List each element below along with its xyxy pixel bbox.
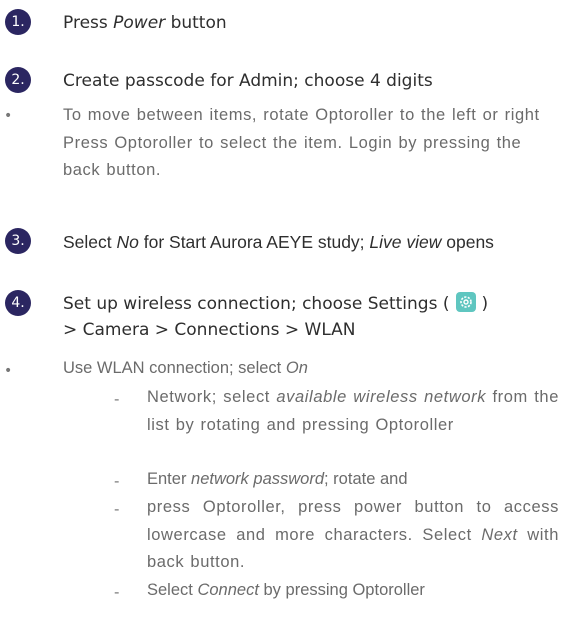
wlan-line: Use WLAN connection; select On (63, 359, 308, 377)
step-number-badge: 4. (5, 290, 31, 316)
step-number-badge: 3. (5, 228, 31, 254)
dash: - (114, 472, 120, 490)
step-2-title: Create passcode for Admin; choose 4 digi… (63, 71, 433, 91)
sub-item-connect: Select Connect by pressing Optoroller (147, 581, 425, 599)
step-2-detail: To move between items, rotate Optoroller… (63, 106, 540, 179)
sub-item-network: Network; select available wireless netwo… (147, 388, 559, 434)
gear-icon (455, 292, 476, 312)
sub-item-password: Enter network password; rotate and (147, 470, 408, 488)
dash: - (114, 390, 120, 408)
dash: - (114, 583, 120, 601)
bullet: • (4, 363, 13, 379)
dash: - (114, 500, 120, 518)
bullet: • (4, 108, 13, 124)
step-number-badge: 2. (5, 67, 31, 93)
step-1-title: Press Power button (63, 13, 227, 33)
step-4-title: Set up wireless connection; choose Setti… (63, 292, 489, 340)
step-number-badge: 1. (5, 9, 31, 35)
step-3-title: Select No for Start Aurora AEYE study; L… (63, 232, 494, 252)
sub-item-characters: press Optoroller, press power button to … (147, 498, 559, 571)
